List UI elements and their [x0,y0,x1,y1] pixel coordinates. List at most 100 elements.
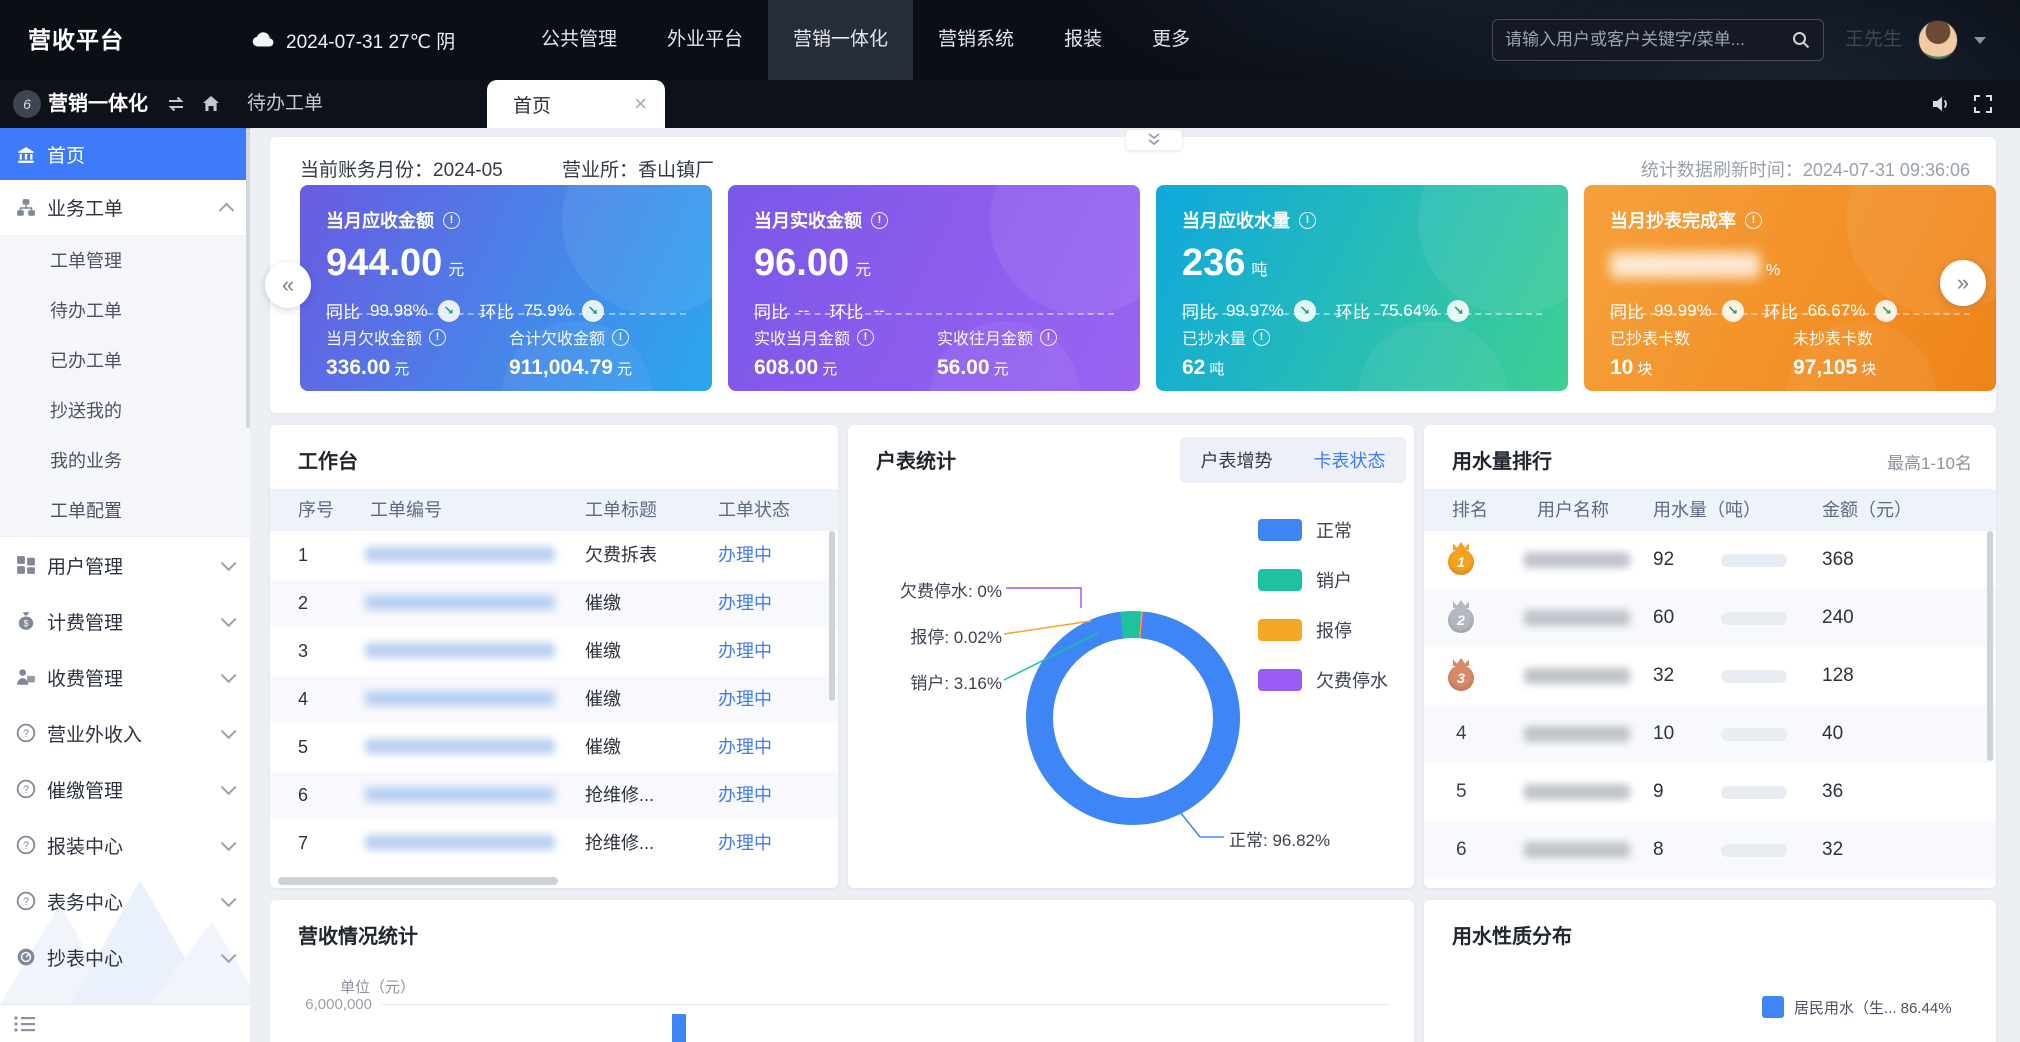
col-usage: 用水量（吨） [1653,489,1761,531]
info-icon[interactable] [443,212,460,229]
col-order-id: 工单编号 [370,489,442,531]
carousel-next-button[interactable] [1940,260,1986,306]
sidebar-group-billing[interactable]: $ 计费管理 [0,593,250,649]
list-icon[interactable] [13,1014,37,1034]
info-icon[interactable] [1253,329,1270,346]
user-name: 王先生 [1845,0,1902,80]
tab-meter-growth[interactable]: 户表增势 [1201,447,1273,473]
business-office: 营业所：香山镇厂 [562,155,714,182]
speaker-icon[interactable] [1930,93,1952,115]
rank-value: 4 [1456,705,1467,763]
nav-item-field[interactable]: 外业平台 [642,0,768,80]
nav-item-installation[interactable]: 报装 [1039,0,1127,80]
panel-title: 用水量排行 [1452,445,1552,474]
trend-down-icon [438,300,460,322]
sidebar-group-nonoperating-income[interactable]: ? 营业外收入 [0,705,250,761]
legend-item-closed[interactable]: 销户 [1258,567,1352,593]
mom-label: 环比 [829,298,863,323]
table-row: 3催缴办理中 [270,627,838,675]
chevron-down-icon[interactable] [1974,37,1986,50]
sidebar-item-home[interactable]: 首页 [0,128,250,180]
sidebar-scrollbar[interactable] [246,128,250,428]
info-icon[interactable] [1040,329,1057,346]
sidebar-group-users[interactable]: 用户管理 [0,537,250,593]
sub-unit: 元 [394,361,409,378]
sidebar-group-meter-reading-center[interactable]: 抄表中心 [0,929,250,985]
row-status-link[interactable]: 办理中 [718,723,772,771]
vertical-scrollbar[interactable] [1987,531,1993,761]
org-chart-icon [16,198,36,218]
swap-arrows-icon[interactable] [165,93,187,115]
legend-item-residential[interactable]: 居民用水（生... 86.44% [1762,996,1952,1018]
sidebar-group-label: 报装中心 [47,832,123,859]
row-status-link[interactable]: 办理中 [718,675,772,723]
home-icon[interactable] [200,93,222,115]
row-status-link[interactable]: 办理中 [718,819,772,867]
weather-text: 2024-07-31 27℃ 阴 [286,27,455,54]
redacted-user-name [1524,726,1630,742]
svg-text:?: ? [23,840,29,852]
global-search[interactable] [1492,19,1824,61]
collapse-handle[interactable] [1126,130,1182,150]
info-icon[interactable] [871,212,888,229]
row-status-link[interactable]: 办理中 [718,771,772,819]
sidebar-item-my-business[interactable]: 我的业务 [0,436,250,486]
callout-arrears-shutoff: 欠费停水: 0% [884,577,1002,602]
sidebar-item-workorder-mgmt[interactable]: 工单管理 [0,236,250,286]
question-circle-icon: ? [16,891,36,911]
col-rank: 排名 [1452,489,1488,531]
row-status-link[interactable]: 办理中 [718,627,772,675]
avatar[interactable] [1918,20,1958,60]
legend-item-normal[interactable]: 正常 [1258,517,1352,543]
main-nav: 公共管理 外业平台 营销一体化 营销系统 报装 更多 [516,0,1215,80]
sub-unit: 吨 [1209,361,1224,378]
tab-home[interactable]: 首页 [487,80,665,128]
legend-item-arrears-shutoff[interactable]: 欠费停水 [1258,667,1388,693]
info-icon[interactable] [429,329,446,346]
sidebar-item-done-workorders[interactable]: 已办工单 [0,336,250,386]
sidebar-group-label: 表务中心 [47,888,123,915]
legend-item-suspended[interactable]: 报停 [1258,617,1352,643]
sidebar-item-cc-me[interactable]: 抄送我的 [0,386,250,436]
cashier-icon [16,667,36,687]
search-icon[interactable] [1791,30,1811,50]
row-status-link[interactable]: 办理中 [718,531,772,579]
row-status-link[interactable]: 办理中 [718,579,772,627]
col-amount: 金额（元） [1822,489,1912,531]
sub-label: 实收当月金额 [754,325,850,349]
nav-item-more[interactable]: 更多 [1127,0,1215,80]
row-title: 催缴 [585,579,621,627]
info-icon[interactable] [857,329,874,346]
search-input[interactable] [1505,30,1791,50]
info-icon[interactable] [1745,212,1762,229]
card-value: 236 [1182,242,1245,284]
sidebar-group-installation-center[interactable]: ? 报装中心 [0,817,250,873]
sidebar-item-todo-workorders[interactable]: 待办工单 [0,286,250,336]
panel-title: 营收情况统计 [298,920,418,949]
horizontal-scrollbar[interactable] [278,877,558,885]
panel-title: 用水性质分布 [1452,920,1572,949]
close-icon[interactable] [634,93,647,115]
tab-card-status[interactable]: 卡表状态 [1314,447,1386,473]
legend-swatch [1258,669,1302,691]
nav-item-marketing-system[interactable]: 营销系统 [913,0,1039,80]
vertical-scrollbar[interactable] [829,531,835,701]
row-no: 6 [298,771,308,819]
nav-item-public[interactable]: 公共管理 [516,0,642,80]
grid-icon [16,555,36,575]
sidebar-item-workorder-config[interactable]: 工单配置 [0,486,250,536]
info-icon[interactable] [612,329,629,346]
sidebar-group-collection[interactable]: ? 催缴管理 [0,761,250,817]
sidebar-group-fees[interactable]: 收费管理 [0,649,250,705]
card-meter-reading-rate: 当月抄表完成率 % 同比99.99% 环比66.67% 已抄表卡数10块 未抄表… [1584,185,1996,391]
sidebar-group-workorders[interactable]: 业务工单 [0,180,250,236]
account-month: 当前账务月份：2024-05 [300,155,503,182]
nav-item-marketing-integrated[interactable]: 营销一体化 [768,0,913,80]
sidebar-group-meter-center[interactable]: ? 表务中心 [0,873,250,929]
yoy-label: 同比 [1182,298,1216,323]
todo-workorder-link[interactable]: 待办工单 [247,80,323,128]
chevron-down-icon [221,835,237,851]
fullscreen-icon[interactable] [1972,93,1994,115]
carousel-prev-button[interactable] [265,262,311,308]
info-icon[interactable] [1299,212,1316,229]
